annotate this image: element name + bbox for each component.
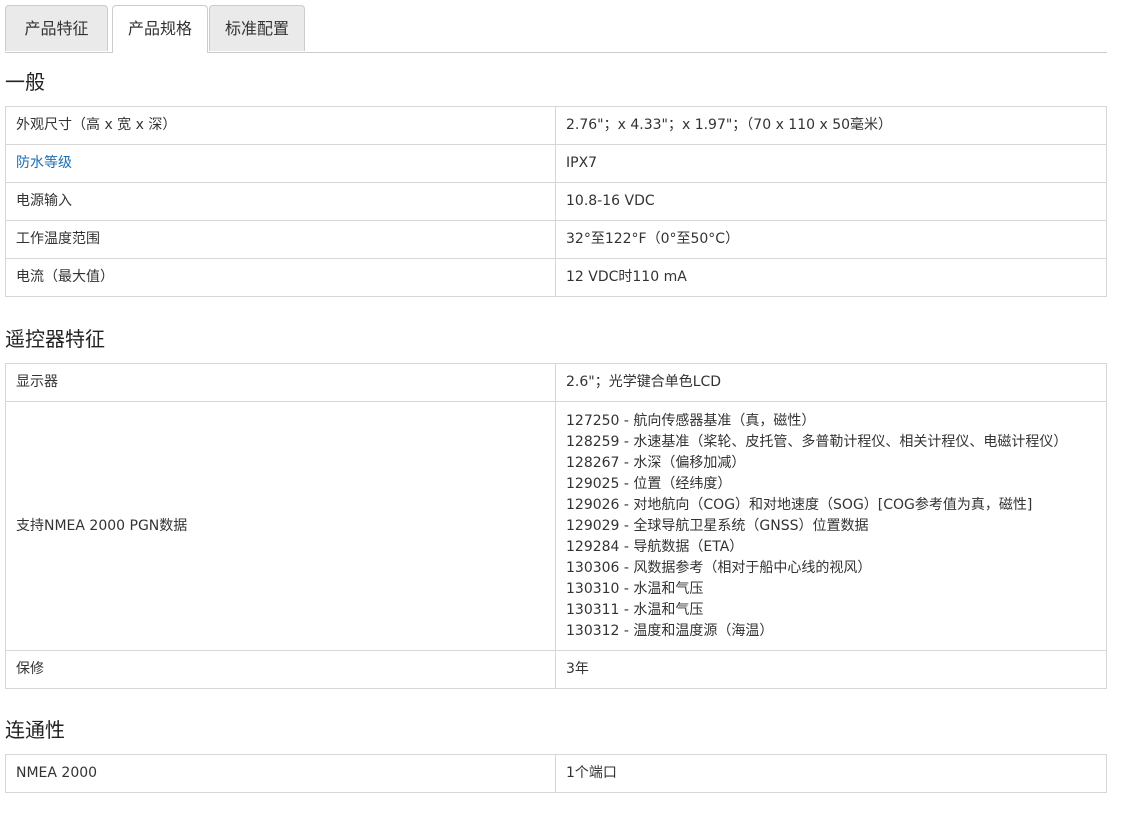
spec-label: 支持NMEA 2000 PGN数据 <box>5 401 556 651</box>
spec-value: 2.6"；光学键合单色LCD <box>555 363 1107 402</box>
table-row: 电流（最大值） 12 VDC时110 mA <box>5 258 1107 297</box>
list-item: 127250 - 航向传感器基准（真，磁性） <box>566 413 816 429</box>
spec-label: NMEA 2000 <box>5 754 556 793</box>
list-item: 128267 - 水深（偏移加减） <box>566 455 746 471</box>
list-item: 128259 - 水速基准（桨轮、皮托管、多普勒计程仪、相关计程仪、电磁计程仪） <box>566 434 1068 450</box>
tab-product-features[interactable]: 产品特征 <box>5 5 108 51</box>
table-row: 工作温度范围 32°至122°F（0°至50°C） <box>5 220 1107 259</box>
section-title-connectivity: 连通性 <box>5 718 65 742</box>
spec-value: 32°至122°F（0°至50°C） <box>555 220 1107 259</box>
table-row: 保修 3年 <box>5 650 1107 689</box>
table-row: 防水等级 IPX7 <box>5 144 1107 183</box>
table-row: 显示器 2.6"；光学键合单色LCD <box>5 363 1107 402</box>
spec-label: 电流（最大值） <box>5 258 556 297</box>
table-row: NMEA 2000 1个端口 <box>5 754 1107 793</box>
spec-table-remote: 显示器 2.6"；光学键合单色LCD 支持NMEA 2000 PGN数据 127… <box>5 363 1107 689</box>
tab-product-specs[interactable]: 产品规格 <box>112 5 208 53</box>
spec-label: 保修 <box>5 650 556 689</box>
list-item: 129025 - 位置（经纬度） <box>566 476 732 492</box>
list-item: 130306 - 风数据参考（相对于船中心线的视风） <box>566 560 872 576</box>
spec-label-cell: 防水等级 <box>5 144 556 183</box>
tab-standard-config[interactable]: 标准配置 <box>209 5 305 51</box>
spec-value-list-cell: 127250 - 航向传感器基准（真，磁性） 128259 - 水速基准（桨轮、… <box>555 401 1107 651</box>
spec-value: 10.8-16 VDC <box>555 182 1107 221</box>
spec-value: IPX7 <box>555 144 1107 183</box>
list-item: 129029 - 全球导航卫星系统（GNSS）位置数据 <box>566 518 869 534</box>
table-row: 电源输入 10.8-16 VDC <box>5 182 1107 221</box>
list-item: 129026 - 对地航向（COG）和对地速度（SOG）[COG参考值为真，磁性… <box>566 497 1033 513</box>
spec-value: 1个端口 <box>555 754 1107 793</box>
table-row: 支持NMEA 2000 PGN数据 127250 - 航向传感器基准（真，磁性）… <box>5 401 1107 651</box>
spec-label: 外观尺寸（高 x 宽 x 深） <box>5 106 556 145</box>
list-item: 130312 - 温度和温度源（海温） <box>566 623 774 639</box>
list-item: 129284 - 导航数据（ETA） <box>566 539 744 555</box>
spec-value: 2.76"；x 4.33"；x 1.97"；（70 x 110 x 50毫米） <box>555 106 1107 145</box>
spec-label: 显示器 <box>5 363 556 402</box>
waterproof-rating-link[interactable]: 防水等级 <box>16 155 72 171</box>
table-row: 外观尺寸（高 x 宽 x 深） 2.76"；x 4.33"；x 1.97"；（7… <box>5 106 1107 145</box>
spec-label: 工作温度范围 <box>5 220 556 259</box>
spec-value: 12 VDC时110 mA <box>555 258 1107 297</box>
list-item: 130310 - 水温和气压 <box>566 581 704 597</box>
spec-value: 3年 <box>555 650 1107 689</box>
section-title-remote-features: 遥控器特征 <box>5 327 105 351</box>
spec-table-connectivity: NMEA 2000 1个端口 <box>5 754 1107 793</box>
spec-table-general: 外观尺寸（高 x 宽 x 深） 2.76"；x 4.33"；x 1.97"；（7… <box>5 106 1107 297</box>
list-item: 130311 - 水温和气压 <box>566 602 704 618</box>
spec-label: 电源输入 <box>5 182 556 221</box>
tab-bar: 产品特征 产品规格 标准配置 <box>5 5 1107 53</box>
section-title-general: 一般 <box>5 70 45 94</box>
pgn-list: 127250 - 航向传感器基准（真，磁性） 128259 - 水速基准（桨轮、… <box>566 411 1096 642</box>
